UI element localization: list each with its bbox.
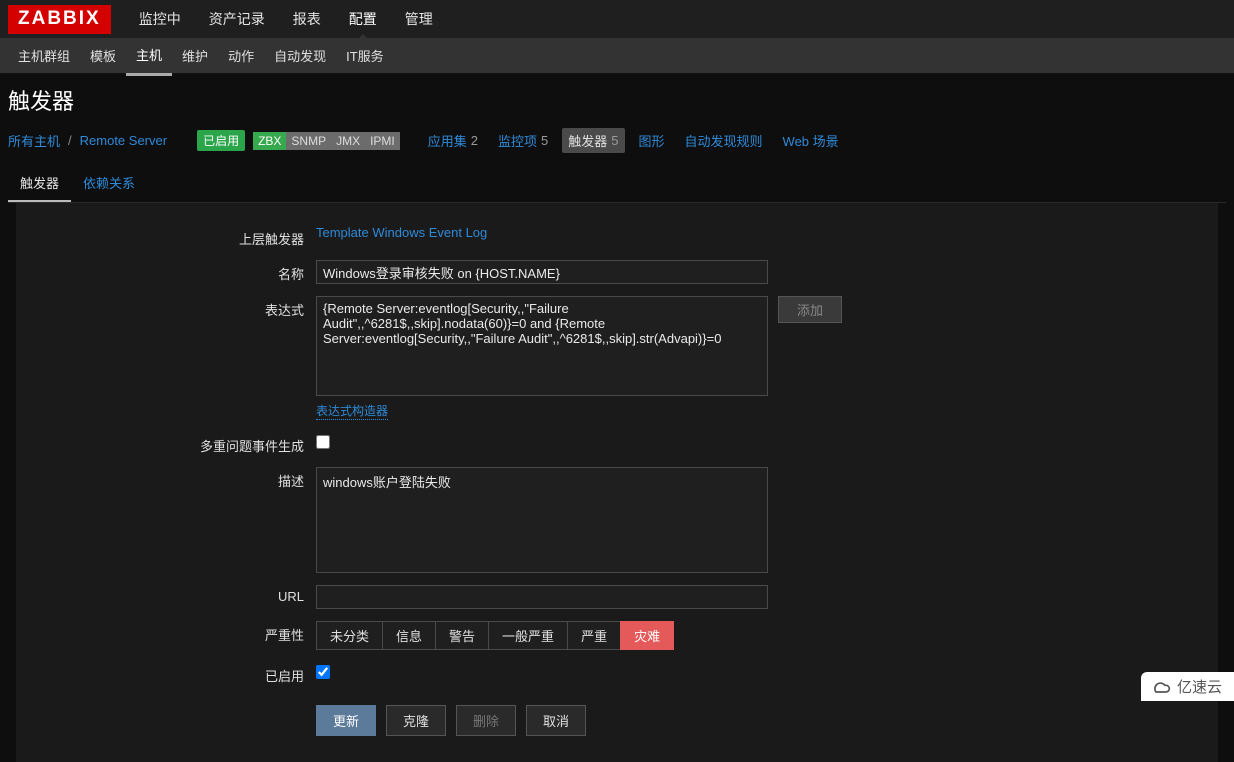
nav-configuration[interactable]: 配置: [335, 0, 391, 39]
label-parent-trigger: 上层触发器: [16, 225, 316, 248]
sev-high[interactable]: 严重: [567, 621, 621, 650]
sev-not-classified[interactable]: 未分类: [316, 621, 383, 650]
label-multi-event: 多重问题事件生成: [16, 432, 316, 455]
label-description: 描述: [16, 467, 316, 490]
label-expression: 表达式: [16, 296, 316, 319]
bc-triggers[interactable]: 触发器 5: [562, 128, 624, 153]
cancel-button[interactable]: 取消: [526, 705, 586, 736]
logo[interactable]: ZABBIX: [8, 5, 111, 34]
nav-inventory[interactable]: 资产记录: [195, 0, 279, 39]
bc-sep: /: [68, 133, 72, 148]
tab-trigger[interactable]: 触发器: [8, 165, 71, 202]
badge-zbx: ZBX: [253, 132, 286, 150]
sev-disaster[interactable]: 灾难: [620, 621, 674, 650]
bc-graphs[interactable]: 图形: [633, 128, 671, 153]
parent-trigger-link[interactable]: Template Windows Event Log: [316, 225, 487, 240]
bc-applications[interactable]: 应用集 2: [422, 128, 484, 153]
bc-items[interactable]: 监控项 5: [492, 128, 554, 153]
sev-information[interactable]: 信息: [382, 621, 436, 650]
top-nav: ZABBIX 监控中 资产记录 报表 配置 管理: [0, 0, 1234, 38]
badge-jmx: JMX: [331, 132, 365, 150]
badge-ipmi: IPMI: [365, 132, 400, 150]
url-input[interactable]: [316, 585, 768, 609]
bc-all-hosts[interactable]: 所有主机: [8, 131, 60, 150]
bc-discovery[interactable]: 自动发现规则: [679, 128, 769, 153]
add-button[interactable]: 添加: [778, 296, 842, 323]
nav-administration[interactable]: 管理: [391, 0, 447, 39]
update-button[interactable]: 更新: [316, 705, 376, 736]
label-severity: 严重性: [16, 621, 316, 644]
sev-warning[interactable]: 警告: [435, 621, 489, 650]
monitoring-badges: ZBX SNMP JMX IPMI: [253, 132, 400, 150]
delete-button[interactable]: 删除: [456, 705, 516, 736]
label-url: URL: [16, 585, 316, 604]
page-title: 触发器: [0, 74, 1234, 122]
bc-web[interactable]: Web 场景: [777, 128, 845, 153]
status-enabled: 已启用: [197, 130, 245, 151]
breadcrumb: 所有主机 / Remote Server 已启用 ZBX SNMP JMX IP…: [0, 122, 1234, 159]
subnav-hosts[interactable]: 主机: [126, 36, 172, 76]
severity-group: 未分类 信息 警告 一般严重 严重 灾难: [316, 621, 674, 650]
form-tabs: 触发器 依赖关系: [8, 165, 1226, 203]
subnav-hostgroups[interactable]: 主机群组: [8, 37, 80, 74]
tab-dependencies[interactable]: 依赖关系: [71, 165, 147, 202]
subnav-discovery[interactable]: 自动发现: [264, 37, 336, 74]
multi-event-checkbox[interactable]: [316, 435, 330, 449]
expression-builder-link[interactable]: 表达式构造器: [316, 402, 388, 420]
badge-snmp: SNMP: [286, 132, 331, 150]
sev-average[interactable]: 一般严重: [488, 621, 568, 650]
name-input[interactable]: [316, 260, 768, 284]
subnav-maintenance[interactable]: 维护: [172, 37, 218, 74]
nav-monitoring[interactable]: 监控中: [125, 0, 195, 39]
cloud-icon: [1151, 677, 1171, 697]
sub-nav: 主机群组 模板 主机 维护 动作 自动发现 IT服务: [0, 38, 1234, 74]
label-enabled: 已启用: [16, 662, 316, 685]
subnav-templates[interactable]: 模板: [80, 37, 126, 74]
subnav-itservices[interactable]: IT服务: [336, 37, 394, 74]
subnav-actions[interactable]: 动作: [218, 37, 264, 74]
clone-button[interactable]: 克隆: [386, 705, 446, 736]
watermark: 亿速云: [1141, 672, 1234, 701]
nav-reports[interactable]: 报表: [279, 0, 335, 39]
enabled-checkbox[interactable]: [316, 665, 330, 679]
expression-input[interactable]: {Remote Server:eventlog[Security,,"Failu…: [316, 296, 768, 396]
label-name: 名称: [16, 260, 316, 283]
bc-host[interactable]: Remote Server: [80, 133, 167, 148]
description-input[interactable]: windows账户登陆失败: [316, 467, 768, 573]
form-panel: 上层触发器 Template Windows Event Log 名称 表达式 …: [16, 203, 1218, 762]
